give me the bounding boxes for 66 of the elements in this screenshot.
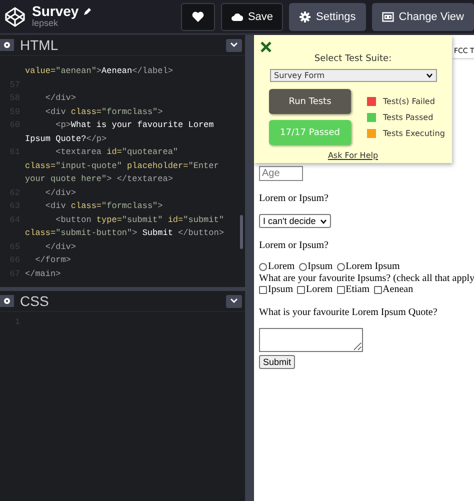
cloud-icon — [230, 10, 243, 22]
editor-title: HTML — [20, 37, 60, 53]
code-line: Ipsum Quote?</p> — [25, 132, 107, 146]
question-text: What is your favourite Lorem Ipsum Quote? — [259, 307, 438, 318]
chevron-down-icon[interactable] — [226, 294, 242, 308]
code-line: </div> — [44, 240, 76, 254]
like-button[interactable] — [180, 2, 215, 30]
age-input[interactable]: Age — [259, 166, 303, 181]
code-line: <div class="formclass"> — [44, 106, 163, 118]
code-line: value="aenean">Aenean</label> — [25, 65, 173, 78]
submit-button[interactable]: Submit — [259, 355, 296, 369]
option-label: Ipsum — [268, 284, 293, 295]
heart-icon — [192, 10, 204, 22]
legend-label: Test(s) Failed — [383, 97, 435, 106]
radio-button[interactable] — [259, 262, 267, 270]
legend-label: Tests Passed — [383, 113, 434, 122]
option-label: Lorem Ipsum — [346, 261, 400, 272]
settings-icon[interactable] — [0, 295, 14, 307]
author-name[interactable]: lepsek — [32, 19, 175, 30]
settings-button[interactable]: Settings — [289, 2, 366, 30]
scrollbar[interactable] — [240, 215, 243, 249]
chevron-down-icon[interactable] — [226, 38, 242, 52]
dropdown[interactable]: I can't decide — [259, 214, 331, 228]
checkbox[interactable] — [297, 286, 305, 294]
option-label: Lorem — [268, 261, 295, 272]
code-line: class="input-quote" placeholder="Enter — [25, 160, 219, 172]
option-label: Etiam — [346, 284, 370, 295]
run-tests-button[interactable]: Run Tests — [269, 89, 351, 114]
save-button[interactable]: Save — [220, 2, 284, 30]
option-label: Lorem — [306, 284, 333, 295]
layout-icon — [382, 10, 394, 22]
legend-label: Tests Executing — [383, 129, 445, 138]
code-line: your quote here"> </textarea> — [25, 173, 173, 186]
editor-title: CSS — [20, 293, 50, 309]
question-text: Lorem or Ipsum? — [259, 240, 328, 251]
checkbox[interactable] — [336, 286, 345, 294]
option-label: Aenean — [382, 284, 414, 295]
suite-dropdown[interactable]: Survey Form — [270, 69, 437, 82]
checkbox[interactable] — [259, 286, 267, 294]
checkbox[interactable] — [374, 286, 382, 294]
question-text: What are your favourite Ipsums? (check all that apply — [259, 273, 474, 284]
settings-icon — [299, 10, 312, 22]
quote-textarea[interactable] — [259, 328, 363, 352]
code-line: <button type="submit" id="submit" — [54, 214, 224, 226]
view-button[interactable]: Change View — [372, 2, 474, 30]
code-line: <textarea id="quotearea" — [54, 146, 178, 159]
radio-button[interactable] — [298, 262, 307, 270]
cube-logo-icon — [4, 6, 26, 28]
code-line: </div> — [44, 186, 76, 200]
code-line: <p>What is your favourite Lorem — [54, 119, 214, 132]
option-label: Ipsum — [308, 261, 333, 272]
pencil-icon — [82, 8, 91, 16]
close-icon[interactable] — [260, 41, 272, 53]
code-line: </div> — [44, 92, 76, 105]
code-line: </main> — [25, 268, 61, 280]
code-line: <div class="formclass"> — [44, 200, 163, 213]
radio-button[interactable] — [336, 262, 345, 270]
suite-label: Select Test Suite: — [314, 54, 392, 64]
chevron-down-icon — [426, 73, 433, 78]
code-line: </form> — [34, 254, 71, 267]
pen-title: Survey — [32, 4, 79, 20]
settings-icon[interactable] — [0, 39, 14, 51]
code-line: class="submit-button"> Submit </button> — [25, 227, 224, 240]
help-link[interactable]: Ask For Help — [328, 151, 378, 160]
question-text: Lorem or Ipsum? — [259, 193, 328, 204]
chevron-down-icon — [320, 218, 327, 224]
